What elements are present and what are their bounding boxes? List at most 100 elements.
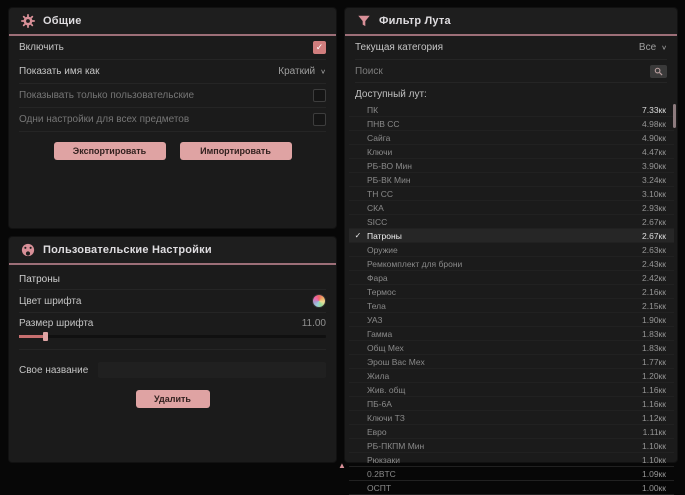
item-price: 2.43кк [642,259,666,269]
list-item[interactable]: РБ-ПКПМ Мин1.10кк [349,439,674,453]
category-row: Текущая категория Все ∨ [355,36,667,60]
name-mode-select[interactable]: Краткий ∨ [278,66,326,77]
search-input[interactable] [355,66,650,77]
list-item[interactable]: Термос2.16кк [349,285,674,299]
delete-button[interactable]: Удалить [136,390,210,408]
list-item[interactable]: ПНВ СС4.98кк [349,117,674,131]
list-item[interactable]: SICC2.67кк [349,215,674,229]
item-name: Евро [367,427,643,437]
item-name: ПНВ СС [367,119,642,129]
list-item[interactable]: Жила1.20кк [349,369,674,383]
list-item[interactable]: РБ-ВК Мин3.24кк [349,173,674,187]
list-item[interactable]: Ремкомплект для брони2.43кк [349,257,674,271]
item-name: Ключи ТЗ [367,413,642,423]
item-name: Ключи [367,147,642,157]
font-size-row: Размер шрифта 11.00 [19,313,326,350]
setting-row-name-mode: Показать имя как Краткий ∨ [19,60,326,84]
custom-name-label: Свое название [19,365,88,376]
list-item[interactable]: ПБ-6А1.16кк [349,397,674,411]
item-name: 0.2BTC [367,469,642,479]
list-item[interactable]: ТН СС3.10кк [349,187,674,201]
font-color-row: Цвет шрифта [19,290,326,313]
list-item[interactable]: Сайга4.90кк [349,131,674,145]
item-price: 2.67кк [642,231,666,241]
list-item[interactable]: Тела2.15кк [349,299,674,313]
custom-name-input[interactable] [98,362,326,378]
general-panel-title: Общие [43,15,82,27]
list-item[interactable]: Эрош Вас Мех1.77кк [349,355,674,369]
scrollbar-thumb[interactable] [673,104,676,128]
import-button[interactable]: Импортировать [180,142,292,160]
item-name: Общ Мех [367,343,642,353]
enable-checkbox[interactable]: ✓ [313,41,326,54]
custom-settings-panel: Пользовательские Настройки Патроны Цвет … [8,236,337,463]
item-price: 4.90кк [642,133,666,143]
list-item[interactable]: ОСПТ1.00кк [349,481,674,495]
item-price: 2.67кк [642,217,666,227]
general-panel-header: Общие [9,8,336,36]
item-price: 1.09кк [642,469,666,479]
enable-label: Включить [19,42,64,53]
item-name: ОСПТ [367,483,642,493]
list-item[interactable]: Рюкзаки1.10кк [349,453,674,467]
item-price: 2.63кк [642,245,666,255]
slider-handle[interactable] [43,332,48,341]
item-price: 1.16кк [642,385,666,395]
list-item[interactable]: Жив. общ1.16кк [349,383,674,397]
name-mode-label: Показать имя как [19,66,99,77]
name-mode-value: Краткий [278,66,315,77]
list-item[interactable]: Ключи ТЗ1.12кк [349,411,674,425]
same-settings-checkbox[interactable] [313,113,326,126]
color-picker-icon[interactable] [312,294,326,308]
funnel-icon [357,14,371,28]
list-item[interactable]: РБ-ВО Мин3.90кк [349,159,674,173]
item-name: Гамма [367,329,642,339]
list-item[interactable]: ПК7.33кк [349,103,674,117]
loot-filter-header: Фильтр Лута [345,8,677,36]
palette-icon [21,243,35,257]
selected-item-name: Патроны [19,269,326,290]
item-name: SICC [367,217,642,227]
item-price: 1.20кк [642,371,666,381]
item-price: 3.90кк [642,161,666,171]
item-name: УАЗ [367,315,642,325]
setting-row-same-settings: Одни настройки для всех предметов [19,108,326,132]
list-item[interactable]: Общ Мех1.83кк [349,341,674,355]
category-select[interactable]: Все ∨ [639,42,667,53]
item-price: 2.16кк [642,287,666,297]
item-price: 1.16кк [642,399,666,409]
font-size-label: Размер шрифта [19,318,93,329]
list-item[interactable]: Ключи4.47кк [349,145,674,159]
loot-filter-panel: Фильтр Лута Текущая категория Все ∨ Дост… [344,7,678,463]
item-check-icon: ✓ [349,231,367,240]
chevron-down-icon: ∨ [661,44,667,51]
font-size-slider[interactable] [19,332,326,341]
item-price: 1.10кк [642,441,666,451]
setting-row-custom-only: Показывать только пользовательские [19,84,326,108]
collapse-arrow-icon[interactable]: ▲ [338,462,346,470]
item-name: ПК [367,105,642,115]
setting-row-enable: Включить ✓ [19,36,326,60]
item-name: Рюкзаки [367,455,642,465]
item-name: ПБ-6А [367,399,642,409]
list-item[interactable]: Оружие2.63кк [349,243,674,257]
list-item[interactable]: ✓Патроны2.67кк [349,229,674,243]
list-item[interactable]: Евро1.11кк [349,425,674,439]
search-button[interactable] [650,65,667,78]
custom-only-checkbox[interactable] [313,89,326,102]
list-item[interactable]: УАЗ1.90кк [349,313,674,327]
general-panel: Общие Включить ✓ Показать имя как Кратки… [8,7,337,229]
slider-track [19,335,326,338]
item-name: Жив. общ [367,385,642,395]
list-item[interactable]: Фара2.42кк [349,271,674,285]
item-name: ТН СС [367,189,642,199]
list-item[interactable]: Гамма1.83кк [349,327,674,341]
same-settings-label: Одни настройки для всех предметов [19,114,189,125]
list-item[interactable]: СКА2.93кк [349,201,674,215]
item-price: 4.98кк [642,119,666,129]
available-loot-label: Доступный лут: [345,83,677,103]
list-item[interactable]: 0.2BTC1.09кк [349,467,674,481]
item-price: 2.15кк [642,301,666,311]
export-button[interactable]: Экспортировать [54,142,166,160]
slider-fill [19,335,45,338]
